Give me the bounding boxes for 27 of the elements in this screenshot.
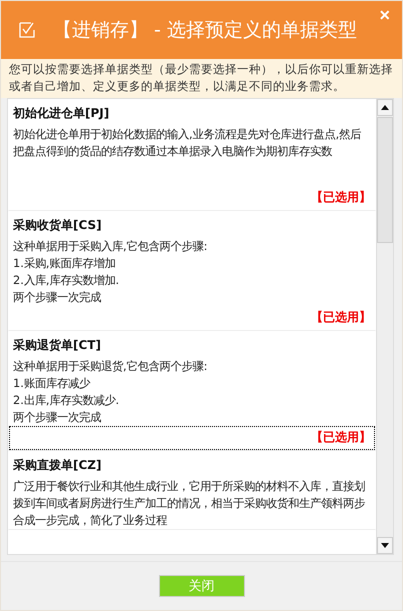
notice-text: 您可以按需要选择单据类型（最少需要选择一种），以后你可以重新选择或者自己增加、定义更多的单据类型，以满足不同的业务需求。 [1,59,402,98]
description-line: 1.账面库存减少 [13,375,92,392]
status-link[interactable]: 【已选用】 [311,429,371,446]
item-title: 初始化进仓单[PJ] [13,105,110,122]
description-line: 这种单据用于采购退货,它包含两个步骤: [13,358,208,375]
down-arrow-icon [381,543,389,548]
description-line: 2.出库,库存实数减少. [13,392,120,409]
up-arrow-icon [381,105,389,110]
item-title: 采购直拨单[CZ] [13,457,102,474]
scroll-down-button[interactable] [377,537,393,554]
close-button[interactable]: × [377,5,392,25]
scroll-up-button[interactable] [377,99,393,116]
description-line: 两个步骤一次完成 [13,409,102,426]
description-line: 两个步骤一次完成 [13,289,102,306]
description-line: 这种单据用于采购入库,它包含两个步骤: [13,238,208,255]
scrollbar[interactable] [376,99,393,554]
status-link[interactable]: 【已选用】 [311,309,371,326]
description-line: 2.入库,库存实数增加. [13,272,120,289]
window-title: 【进销存】 - 选择预定义的单据类型 [53,18,357,43]
checkbox-icon [19,22,35,38]
scroll-thumb[interactable] [377,117,393,243]
description-line: 初始化进仓单用于初始化数据的输入,业务流程是先对仓库进行盘点,然后把盘点得到的货品的结存数通过本单据录入电脑作为期初库存实数 [13,126,362,160]
status-link[interactable]: 【已选用】 [311,189,371,206]
item-title: 采购退货单[CT] [13,337,102,354]
description-line: 1.采购,账面库存增加 [13,255,116,272]
item-title: 采购收货单[CS] [13,217,103,234]
description-line: 广泛用于餐饮行业和其他生成行业，它用于所采购的材料不入库，直接划拨到车间或者厨房进行生产加工的情况，相当于采购收货和生产领料两步合成一步完成，简化了业务过程 [13,478,366,529]
